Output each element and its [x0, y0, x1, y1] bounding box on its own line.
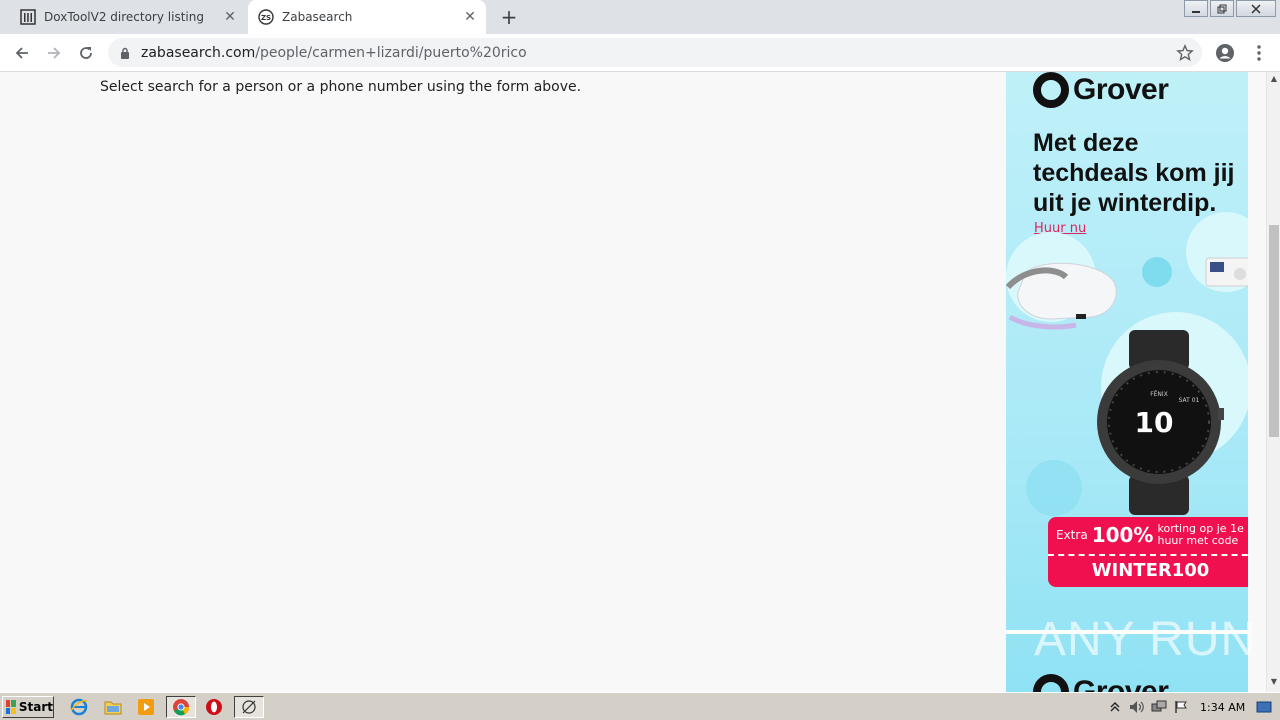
grover-logo-text: Grover: [1073, 73, 1169, 106]
page-viewport: Select search for a person or a phone nu…: [0, 72, 1266, 692]
scrollbar-thumb[interactable]: [1269, 225, 1279, 437]
action-center-flag-icon[interactable]: [1170, 698, 1192, 716]
zs-logo-icon: ZS: [258, 9, 274, 25]
taskbar: Start 1:34 AM: [0, 692, 1280, 720]
tab-zabasearch[interactable]: ZS Zabasearch ✕: [248, 0, 486, 34]
window-controls: [1182, 0, 1276, 18]
promo-code-banner[interactable]: Extra 100% korting op je 1e maand huur m…: [1048, 517, 1248, 587]
vr-headset-image: [1006, 262, 1117, 330]
projector-image: [1205, 257, 1248, 287]
back-button[interactable]: [9, 40, 35, 66]
internet-explorer-icon[interactable]: [67, 696, 91, 718]
opera-icon[interactable]: [202, 696, 226, 718]
scroll-down-arrow-icon[interactable]: ▼: [1269, 677, 1279, 689]
ad-headline-line-1: Met deze: [1033, 129, 1139, 157]
grover-logo-repeat: Grover: [1033, 674, 1169, 692]
decorative-bubble: [1026, 460, 1082, 516]
reload-icon: [80, 47, 92, 59]
ad-headline: Met deze techdeals kom jij uit je winter…: [1033, 128, 1248, 218]
browser-toolbar: zabasearch.com/people/carmen+lizardi/pue…: [0, 34, 1280, 72]
network-icon[interactable]: [1148, 698, 1170, 716]
tab-title: DoxToolV2 directory listing: [44, 10, 204, 24]
tab-doxtool[interactable]: DoxToolV2 directory listing ✕: [10, 0, 246, 34]
promo-code: WINTER100: [1091, 560, 1210, 581]
grover-logo-text: Grover: [1073, 675, 1169, 692]
volume-icon[interactable]: [1126, 698, 1148, 716]
tab-strip: DoxToolV2 directory listing ✕ ZS Zabasea…: [0, 0, 1280, 34]
start-label: Start: [18, 700, 53, 714]
watch-date-text: SAT 01: [1179, 397, 1200, 404]
taskbar-clock[interactable]: 1:34 AM: [1200, 701, 1245, 714]
start-button[interactable]: Start: [2, 696, 54, 718]
decorative-bubble: [1142, 257, 1172, 287]
grover-logo-mark: [1033, 674, 1069, 692]
show-desktop-icon[interactable]: [1253, 698, 1275, 716]
promo-percent: 100%: [1091, 523, 1154, 547]
forward-button[interactable]: [41, 40, 67, 66]
page-scrollbar[interactable]: ▲ ▼: [1266, 72, 1280, 692]
bookmark-star-icon[interactable]: [1176, 44, 1194, 62]
scroll-up-arrow-icon[interactable]: ▲: [1269, 74, 1279, 86]
url-host: zabasearch.com: [141, 44, 256, 61]
minimize-button[interactable]: [1184, 0, 1208, 17]
address-bar[interactable]: zabasearch.com/people/carmen+lizardi/pue…: [108, 38, 1202, 67]
chrome-taskbar-icon[interactable]: [166, 696, 196, 718]
promo-subtext: korting op je 1e maand huur met code: [1157, 523, 1248, 547]
media-player-icon[interactable]: [134, 696, 158, 718]
url-text: zabasearch.com/people/carmen+lizardi/pue…: [141, 45, 527, 61]
tab-title: Zabasearch: [282, 10, 353, 24]
promo-extra-label: Extra: [1056, 528, 1088, 542]
search-instruction-text: Select search for a person or a phone nu…: [100, 79, 582, 95]
watch-brand-text: FĒNIX: [1150, 391, 1168, 398]
close-tab-icon[interactable]: ✕: [220, 7, 240, 27]
anyrun-watermark: ANY RUN: [1034, 613, 1257, 666]
file-explorer-icon[interactable]: [101, 696, 125, 718]
building-icon: [20, 9, 36, 25]
grover-advertisement[interactable]: Grover Met deze techdeals kom jij uit je…: [1006, 72, 1248, 692]
lock-icon: [120, 46, 132, 60]
windows-flag-icon: [6, 700, 16, 714]
active-window-taskbar-icon[interactable]: [234, 696, 264, 718]
reload-button[interactable]: [73, 40, 99, 66]
arrow-right-icon: [48, 47, 61, 59]
close-window-button[interactable]: [1236, 0, 1276, 17]
restore-button[interactable]: [1210, 0, 1234, 17]
profile-avatar-icon[interactable]: [1214, 42, 1236, 64]
grover-logo: Grover: [1033, 72, 1169, 108]
grover-logo-mark: [1033, 72, 1069, 108]
new-tab-button[interactable]: +: [498, 5, 520, 29]
promo-dashed-divider: [1048, 554, 1248, 556]
url-path: /people/carmen+lizardi/puerto%20rico: [255, 44, 527, 61]
close-tab-icon[interactable]: ✕: [460, 7, 480, 27]
promo-subtext-line-2: huur met code: [1157, 534, 1239, 547]
tray-expand-icon[interactable]: [1104, 698, 1126, 716]
promo-offer-row: Extra 100% korting op je 1e maand huur m…: [1056, 523, 1248, 548]
watch-center-number: 10: [1135, 406, 1174, 439]
ad-headline-line-2: techdeals kom jij: [1033, 159, 1235, 187]
system-tray: 1:34 AM: [1104, 696, 1278, 718]
arrow-left-icon: [15, 47, 28, 59]
svg-text:ZS: ZS: [261, 14, 271, 22]
menu-kebab-icon[interactable]: [1248, 42, 1270, 64]
smartwatch-image: FĒNIX 10 SAT 01: [1097, 330, 1224, 515]
